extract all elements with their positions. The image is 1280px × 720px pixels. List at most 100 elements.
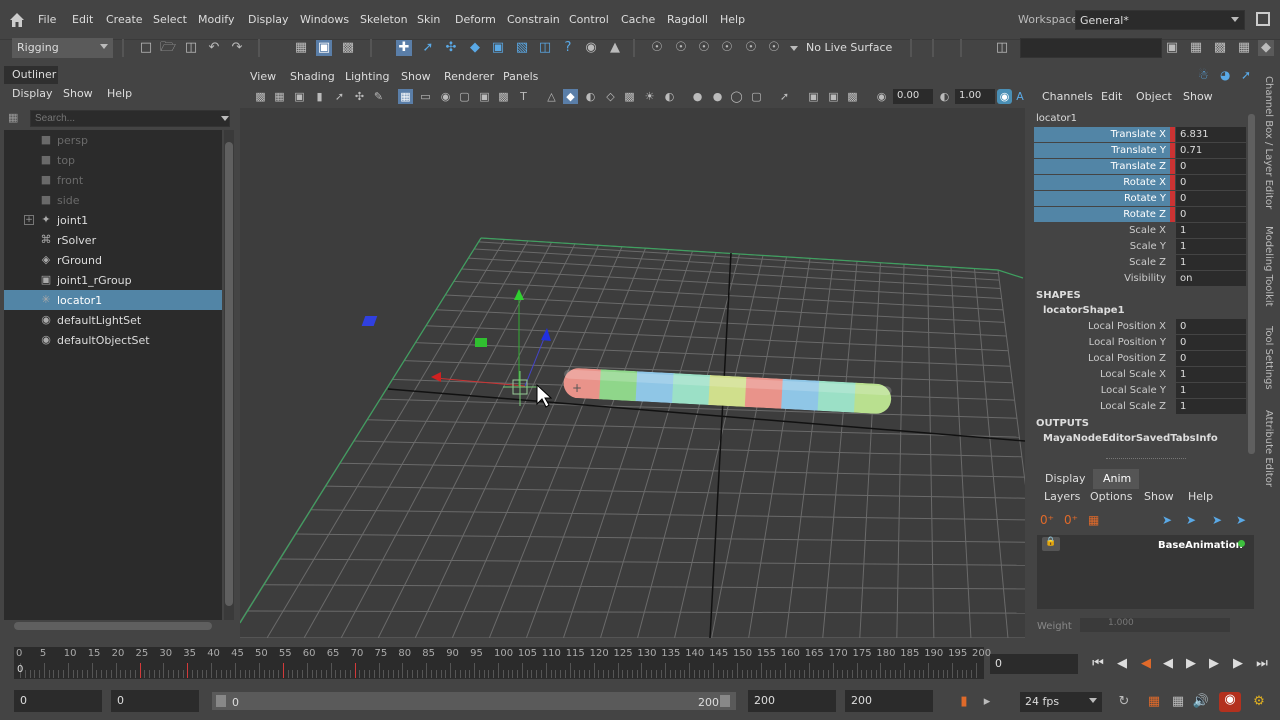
exposure-icon[interactable]: ◉ [874, 89, 889, 104]
outliner-search-input[interactable] [30, 110, 230, 127]
channel-value[interactable]: 1 [1176, 255, 1246, 270]
redo-icon[interactable]: ↷ [229, 40, 245, 56]
scene-start-field[interactable]: 0 [14, 690, 102, 712]
channel-row[interactable]: Rotate Y 0 [1034, 191, 1246, 207]
channel-menu-edit[interactable]: Edit [1101, 90, 1122, 103]
help-icon[interactable]: ? [560, 40, 576, 56]
camera-bookmark-icon[interactable]: ▮ [312, 89, 327, 104]
film-gate-icon[interactable]: ▭ [418, 89, 433, 104]
channel-name[interactable]: Rotate Y [1034, 191, 1170, 206]
step-back-key-icon[interactable]: ◀ [1114, 656, 1130, 672]
range-handle-end[interactable] [720, 695, 730, 707]
depth-of-field-icon[interactable]: ▢ [749, 89, 764, 104]
step-forward-key-icon[interactable]: ▶ [1230, 656, 1246, 672]
scene-end-field[interactable]: 200 [845, 690, 933, 712]
live-surface-label[interactable]: No Live Surface [806, 41, 892, 54]
layer-lock-icon[interactable]: 🔒 [1042, 537, 1060, 551]
viewport-scene[interactable]: + [240, 108, 1025, 638]
outliner-menu-display[interactable]: Display [12, 87, 53, 100]
safe-action-icon[interactable]: ▩ [496, 89, 511, 104]
snap-live-icon[interactable]: ▧ [514, 40, 530, 56]
outliner-item[interactable]: ◉ defaultLightSet [4, 310, 222, 330]
shape-channel-row[interactable]: Local Position Y 0 [1034, 335, 1246, 351]
menu-deform[interactable]: Deform [455, 13, 496, 26]
snap-grid-icon[interactable]: ✚ [396, 40, 412, 56]
camera-attributes-icon[interactable]: ▦ [272, 89, 287, 104]
selected-object-name[interactable]: locator1 [1036, 113, 1077, 124]
layer-tab-anim[interactable]: Anim [1103, 472, 1131, 485]
light-editor-icon[interactable]: ☉ [766, 40, 782, 56]
save-scene-icon[interactable]: ◫ [183, 40, 199, 56]
menu-create[interactable]: Create [106, 13, 143, 26]
menu-help[interactable]: Help [720, 13, 745, 26]
anim-preferences-icon[interactable]: ⚙ [1250, 694, 1268, 710]
smooth-shade-icon[interactable]: ◆ [563, 89, 578, 104]
menu-modify[interactable]: Modify [198, 13, 234, 26]
tab-modeling-toolkit[interactable]: Modeling Toolkit [1263, 226, 1274, 307]
channel-value[interactable]: 0 [1176, 159, 1246, 174]
filter-icon[interactable]: ▦ [8, 111, 24, 125]
color-management-icon[interactable]: ◉ [997, 89, 1012, 104]
select-component-icon[interactable]: ▩ [340, 40, 356, 56]
2d-pan-zoom-icon[interactable]: ✣ [352, 89, 367, 104]
channel-name[interactable]: Translate Y [1034, 143, 1170, 158]
modeling-toolkit-icon[interactable]: ▣ [1164, 40, 1180, 56]
channel-row[interactable]: Scale Z 1 [1034, 255, 1246, 271]
attribute-editor-icon[interactable]: ▦ [1188, 40, 1204, 56]
channel-name[interactable]: Local Scale X [1034, 367, 1170, 382]
channel-row[interactable]: Translate Y 0.71 [1034, 143, 1246, 159]
outliner-item[interactable]: ✳ locator1 [4, 290, 222, 310]
menu-skin[interactable]: Skin [417, 13, 440, 26]
grease-pencil-icon[interactable]: ✎ [371, 89, 386, 104]
menu-cache[interactable]: Cache [621, 13, 655, 26]
sidebar-toggle-icon[interactable]: ◫ [994, 40, 1010, 56]
layer-menu-show[interactable]: Show [1144, 490, 1174, 503]
auto-key-icon[interactable]: ◉ [1219, 692, 1241, 712]
select-hierarchy-icon[interactable]: ▦ [293, 40, 309, 56]
outliner-menu-help[interactable]: Help [107, 87, 132, 100]
channel-value[interactable]: 0 [1176, 335, 1246, 350]
xray-icon[interactable]: ▣ [806, 89, 821, 104]
use-default-material-icon[interactable]: ◐ [583, 89, 598, 104]
keyframe-marker-icon[interactable]: ▮ [955, 694, 973, 710]
channel-name[interactable]: Rotate Z [1034, 207, 1170, 222]
layer-options-icon[interactable]: ➤ [1236, 513, 1246, 527]
channel-name[interactable]: Local Scale Y [1034, 383, 1170, 398]
new-scene-icon[interactable]: □ [138, 40, 154, 56]
use-all-lights-icon[interactable]: ☀ [642, 89, 657, 104]
resolution-gate-icon[interactable]: ◉ [438, 89, 453, 104]
image-plane-icon[interactable]: ➚ [332, 89, 347, 104]
expand-icon[interactable]: + [24, 215, 34, 225]
safe-title-icon[interactable]: T [516, 89, 531, 104]
channel-value[interactable]: 0 [1176, 207, 1246, 222]
menu-constrain[interactable]: Constrain [507, 13, 560, 26]
menu-skeleton[interactable]: Skeleton [360, 13, 408, 26]
new-layer-selected-icon[interactable]: 0⁺ [1064, 513, 1078, 527]
channel-value[interactable]: 1 [1176, 367, 1246, 382]
outliner-item[interactable]: + ✦ joint1 [4, 210, 222, 230]
channel-name[interactable]: Scale Y [1034, 239, 1170, 254]
channel-menu-show[interactable]: Show [1183, 90, 1213, 103]
screen-space-ao-icon[interactable]: ● [690, 89, 705, 104]
pin-icon[interactable]: ➚ [1241, 68, 1255, 82]
lock-icon[interactable]: ◉ [583, 40, 599, 56]
channel-value[interactable]: 1 [1176, 223, 1246, 238]
window-icon[interactable] [1256, 12, 1270, 26]
render-frame-icon[interactable]: ☉ [649, 40, 665, 56]
menu-display[interactable]: Display [248, 13, 289, 26]
undo-icon[interactable]: ↶ [206, 40, 222, 56]
layer-tab-display[interactable]: Display [1045, 472, 1086, 485]
step-back-frame-icon[interactable]: ◀ [1138, 656, 1154, 672]
outliner-hscrollbar[interactable] [14, 622, 212, 630]
tab-attribute-editor[interactable]: Attribute Editor [1263, 410, 1274, 487]
range-slider[interactable] [212, 692, 736, 710]
motion-blur-icon[interactable]: ● [710, 89, 725, 104]
play-backward-icon[interactable]: ◀ [1160, 656, 1176, 672]
viewport-menu-lighting[interactable]: Lighting [345, 70, 389, 83]
gate-mask-icon[interactable]: ▢ [457, 89, 472, 104]
channel-value[interactable]: 6.831 [1176, 127, 1246, 142]
outliner-item[interactable]: ■ front [4, 170, 222, 190]
outliner-item[interactable]: ■ top [4, 150, 222, 170]
channel-menu-object[interactable]: Object [1136, 90, 1172, 103]
layer-editor-icon[interactable]: ◆ [1258, 40, 1274, 56]
